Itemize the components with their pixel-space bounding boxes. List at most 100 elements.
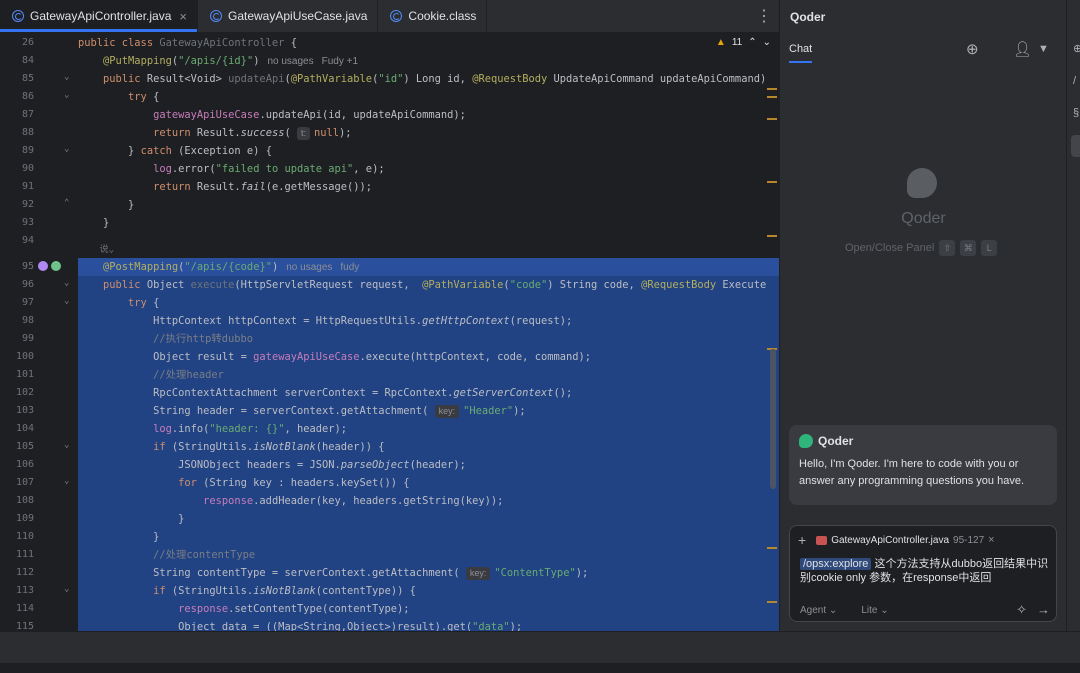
tab-label: GatewayApiUseCase.java <box>228 9 368 23</box>
warning-marker[interactable] <box>767 88 777 90</box>
tab-cookie-class[interactable]: Cookie.class <box>378 0 488 32</box>
code-line[interactable]: log.error("failed to update api", e); <box>78 160 779 178</box>
class-icon <box>390 10 403 22</box>
code-line[interactable]: Object result = gatewayApiUseCase.execut… <box>78 348 779 366</box>
close-icon[interactable]: × <box>179 9 187 24</box>
sparkle-icon[interactable]: ✧ <box>1016 602 1027 618</box>
code-line[interactable]: public class GatewayApiController { <box>78 34 779 52</box>
code-line[interactable]: JSONObject headers = JSON.parseObject(he… <box>78 456 779 474</box>
chat-input[interactable]: /opsx:explore 这个方法支持从dubbo返回结果中识别cookie … <box>800 557 1050 585</box>
editor-scrollbar[interactable] <box>770 349 776 489</box>
gutter-line: 100 <box>15 351 34 362</box>
warning-marker[interactable] <box>767 601 777 603</box>
gutter-line: 115 <box>15 621 34 631</box>
user-icon[interactable]: 👤︎ <box>1013 40 1032 58</box>
endpoint-icon[interactable] <box>38 261 48 271</box>
gutter-line: 96 ⌄ <box>21 278 70 290</box>
fold-icon[interactable]: ⌄ <box>64 90 69 100</box>
code-line[interactable]: //处理header <box>78 366 779 384</box>
gutter-line: 111 <box>15 549 34 560</box>
new-chat-icon[interactable]: ⊕ <box>966 40 979 58</box>
mode-selector[interactable]: Agent ⌄ <box>800 605 837 616</box>
code-line[interactable]: HttpContext httpContext = HttpRequestUti… <box>78 312 779 330</box>
gutter-line: 114 <box>15 603 34 614</box>
code-line[interactable]: Object data = ((Map<String,Object>)resul… <box>78 618 779 631</box>
code-line[interactable]: String contentType = serverContext.getAt… <box>78 564 779 582</box>
fold-icon[interactable]: ⌄ <box>64 476 69 486</box>
code-line[interactable]: response.setContentType(contentType); <box>78 600 779 618</box>
warning-marker[interactable] <box>767 181 777 183</box>
tab-chat[interactable]: Chat <box>789 43 813 63</box>
code-line[interactable]: return Result.success( t: null); <box>78 124 779 142</box>
add-context-icon[interactable]: + <box>798 532 806 548</box>
model-selector[interactable]: Lite ⌄ <box>861 605 888 616</box>
editor-tab-bar: GatewayApiController.java × GatewayApiUs… <box>0 0 779 33</box>
code-line[interactable]: return Result.fail(e.getMessage()); <box>78 178 779 196</box>
tool-icon[interactable]: / <box>1073 75 1080 89</box>
code-line[interactable]: response.addHeader(key, headers.getStrin… <box>78 492 779 510</box>
fold-icon[interactable]: ⌄ <box>64 144 69 154</box>
gutter-line: 88 <box>21 127 34 138</box>
gutter-line: 103 <box>15 405 34 416</box>
close-icon[interactable]: × <box>988 534 994 546</box>
tab-gateway-api-use-case[interactable]: GatewayApiUseCase.java <box>198 0 379 32</box>
gutter-line: 109 <box>15 513 34 524</box>
code-line[interactable]: log.info("header: {}", header); <box>78 420 779 438</box>
fold-icon[interactable]: ⌃ <box>64 198 69 208</box>
gutter-line: 91 <box>21 181 34 192</box>
code-editor[interactable]: ▲ 11 ⌃ ⌄ 26 84 85 ⌄ 86 ⌄ 87 88 89 ⌄ 90 91 9… <box>0 33 779 631</box>
code-line[interactable]: RpcContextAttachment serverContext = Rpc… <box>78 384 779 402</box>
author-hint: fudy <box>340 262 360 273</box>
code-line[interactable]: if (StringUtils.isNotBlank(contentType))… <box>78 582 779 600</box>
qoder-logo-icon <box>907 168 937 198</box>
warning-marker[interactable] <box>767 235 777 237</box>
warning-marker[interactable] <box>767 118 777 120</box>
code-line[interactable]: if (StringUtils.isNotBlank(header)) { <box>78 438 779 456</box>
fold-icon[interactable]: ⌄ <box>64 584 69 594</box>
tool-icon[interactable]: ⊕ <box>1073 42 1080 56</box>
context-range: 95-127 <box>953 534 985 546</box>
more-tabs-icon[interactable]: ⋮ <box>749 0 779 32</box>
code-line[interactable]: } catch (Exception e) { <box>78 142 779 160</box>
code-line[interactable]: public Result<Void> updateApi(@PathVaria… <box>78 70 779 88</box>
fold-icon[interactable]: ⌄ <box>64 440 69 450</box>
context-chip[interactable]: GatewayApiController.java 95-127 × <box>816 534 995 546</box>
chat-input-box[interactable]: + GatewayApiController.java 95-127 × /op… <box>789 525 1057 622</box>
code-line[interactable]: } <box>78 214 779 232</box>
code-line[interactable]: @PutMapping("/apis/{id}") no usages Fudy +… <box>78 52 779 70</box>
code-line[interactable]: try { <box>78 88 779 106</box>
ai-icon[interactable] <box>51 261 61 271</box>
gutter-line: 105 ⌄ <box>15 440 70 452</box>
code-line[interactable]: try { <box>78 294 779 312</box>
code-line[interactable]: } <box>78 510 779 528</box>
gutter-line: 104 <box>15 423 34 434</box>
fold-icon[interactable]: ⌄ <box>64 278 69 288</box>
message-sender: Qoder <box>818 434 854 448</box>
gutter-line: 26 <box>21 37 34 48</box>
class-icon <box>12 10 24 22</box>
tab-gateway-api-controller[interactable]: GatewayApiController.java × <box>0 0 198 32</box>
gutter-line: 106 <box>15 459 34 470</box>
gutter-line: 84 <box>21 55 34 66</box>
code-line[interactable]: public Object execute(HttpServletRequest… <box>78 276 779 294</box>
send-icon[interactable]: → <box>1037 602 1050 618</box>
code-line[interactable]: gatewayApiUseCase.updateApi(id, updateAp… <box>78 106 779 124</box>
warning-marker[interactable] <box>767 547 777 549</box>
command-chip[interactable]: /opsx:explore <box>800 558 872 570</box>
caret-down-icon[interactable]: ▼ <box>1038 43 1049 55</box>
tool-icon-active[interactable] <box>1071 135 1080 157</box>
code-line[interactable]: String header = serverContext.getAttachm… <box>78 402 779 420</box>
code-line[interactable]: @PostMapping("/apis/{code}") no usages fud… <box>78 258 779 276</box>
code-line[interactable]: for (String key : headers.keySet()) { <box>78 474 779 492</box>
warning-marker[interactable] <box>767 96 777 98</box>
tool-icon[interactable]: § <box>1073 107 1080 121</box>
code-line[interactable]: //处理contentType <box>78 546 779 564</box>
code-line[interactable]: } <box>78 528 779 546</box>
fold-icon[interactable]: ⌄ <box>64 296 69 306</box>
code-line[interactable]: //执行http转dubbo <box>78 330 779 348</box>
author-hint: Fudy +1 <box>321 56 359 67</box>
tab-label: GatewayApiController.java <box>30 9 172 23</box>
gutter-line: 98 <box>21 315 34 326</box>
fold-icon[interactable]: ⌄ <box>64 72 69 82</box>
code-line[interactable]: } <box>78 196 779 214</box>
